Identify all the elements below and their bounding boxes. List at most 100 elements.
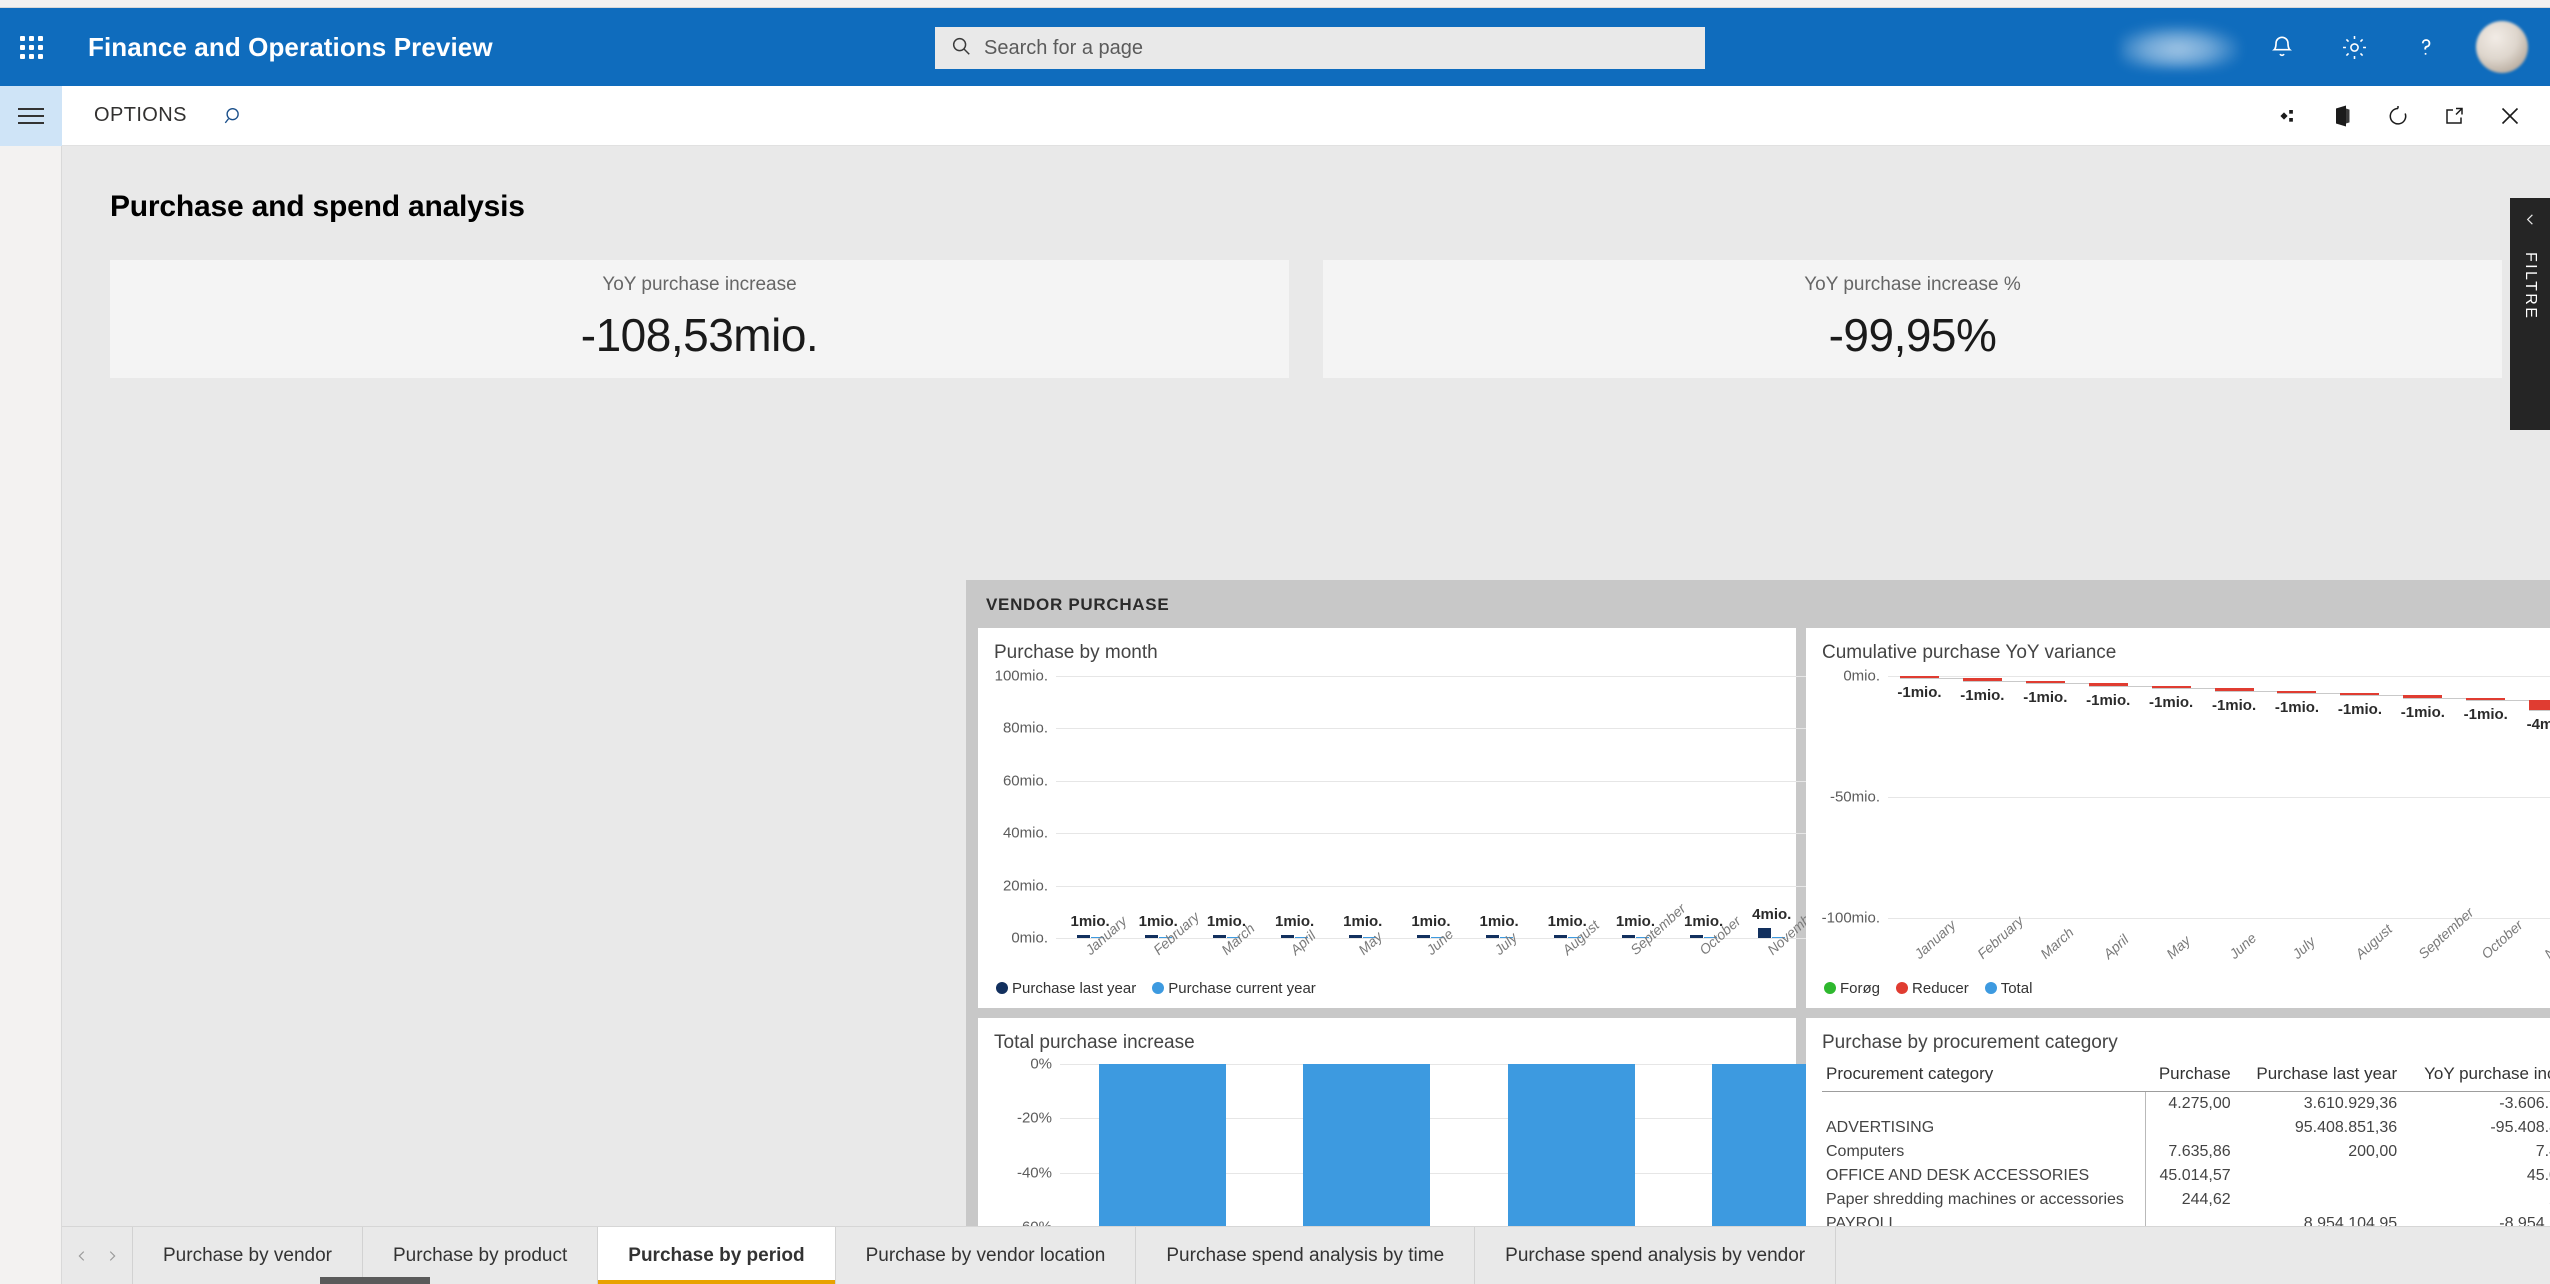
gear-icon[interactable]	[2318, 8, 2390, 86]
legend-label: Purchase last year	[1012, 980, 1137, 997]
table-cell: 95.408.851,36	[2294, 1119, 2398, 1136]
bar-purchase-last-year[interactable]	[1417, 935, 1431, 938]
tab-purchase-by-vendor[interactable]: Purchase by vendor	[132, 1227, 362, 1284]
search-icon	[950, 35, 972, 62]
bar-data-label: 1mio.	[1343, 913, 1383, 931]
table-row[interactable]: 4.275,00 3.610.929,36 -3.606.654,36	[1822, 1091, 2550, 1116]
bar-purchase-last-year[interactable]	[1758, 927, 1772, 938]
bar-group[interactable]	[1621, 676, 1649, 938]
tab-purchase-by-product[interactable]: Purchase by product	[362, 1227, 598, 1284]
chevron-left-icon[interactable]	[68, 1236, 96, 1276]
page-title: Purchase and spend analysis	[110, 190, 525, 223]
hamburger-menu-icon[interactable]	[0, 85, 62, 146]
table-header-row: Procurement category Purchase Purchase las…	[1822, 1064, 2550, 1092]
refresh-icon[interactable]	[2370, 88, 2426, 144]
bar-purchase-last-year[interactable]	[1212, 935, 1226, 938]
waterfall-data-label: -1mio.	[2274, 698, 2320, 716]
chart-purchase-by-month[interactable]: Purchase by month 0mio. 20mio. 40mio. 60mio…	[978, 628, 1891, 1008]
close-icon[interactable]	[2482, 88, 2538, 144]
tab-purchase-by-vendor-location[interactable]: Purchase by vendor location	[834, 1227, 1136, 1284]
table-row[interactable]: Computers 7.635,86 200,00 7.435,86	[1822, 1140, 2550, 1164]
kpi-row: YoY purchase increase -108,53mio. YoY pu…	[62, 224, 2550, 378]
table-title: Purchase by procurement category	[1822, 1032, 2118, 1053]
table-cell: Computers	[1822, 1140, 2147, 1164]
bar-purchase-last-year[interactable]	[1144, 935, 1158, 938]
avatar[interactable]	[2476, 21, 2528, 73]
x-axis-tick-label: June	[2226, 929, 2260, 962]
bar-purchase-last-year[interactable]	[1553, 935, 1567, 938]
y-axis-tick-label: 100mio.	[994, 667, 1048, 685]
legend-item[interactable]: Purchase last year	[996, 980, 1136, 998]
page-search-icon[interactable]	[215, 97, 253, 135]
legend-item[interactable]: Reducer	[1896, 980, 1969, 998]
bar-group[interactable]	[1076, 676, 1104, 938]
waterfall-bar-reducer[interactable]	[2529, 700, 2550, 710]
bar-group[interactable]	[1690, 676, 1718, 938]
filter-panel-tab[interactable]: FILTRE	[2510, 198, 2550, 430]
table-column-header[interactable]: Purchase last year	[2240, 1064, 2408, 1092]
bar-group[interactable]	[1553, 676, 1581, 938]
vendor-purchase-panel: VENDOR PURCHASE Purchase by month 0mio. 2…	[966, 580, 2550, 1284]
tab-purchase-by-period[interactable]: Purchase by period	[597, 1227, 835, 1284]
bar-group[interactable]	[1212, 676, 1240, 938]
office-app-icon[interactable]	[2314, 88, 2370, 144]
share-diamond-icon[interactable]	[2258, 88, 2314, 144]
y-axis-tick-label: 0%	[1030, 1055, 1052, 1073]
bar-group[interactable]	[1349, 676, 1377, 938]
table-row[interactable]: OFFICE AND DESK ACCESSORIES 45.014,57 45.0…	[1822, 1164, 2550, 1188]
table-cell: -95.408.851,36	[2490, 1119, 2550, 1136]
table-cell: 3.610.929,36	[2303, 1095, 2398, 1112]
company-selector[interactable]	[2120, 25, 2240, 69]
chart-cumulative-purchase-yoy-variance[interactable]: Cumulative purchase YoY variance 0mio. -5…	[1806, 628, 2550, 1008]
bell-icon[interactable]	[2246, 8, 2318, 86]
gridline	[1888, 796, 2550, 798]
open-in-new-window-icon[interactable]	[2426, 88, 2482, 144]
kpi-card-yoy-purchase-increase-pct[interactable]: YoY purchase increase % -99,95%	[1323, 260, 2502, 378]
question-mark-icon[interactable]	[2390, 8, 2462, 86]
bar-purchase-last-year[interactable]	[1349, 935, 1363, 938]
table-row[interactable]: Paper shredding machines or accessories 2…	[1822, 1188, 2550, 1212]
tab-purchase-spend-analysis-by-time[interactable]: Purchase spend analysis by time	[1135, 1227, 1475, 1284]
bar-group[interactable]	[1144, 676, 1172, 938]
table-column-header[interactable]: Procurement category	[1822, 1064, 2146, 1092]
waterfall-data-label: -1mio.	[2086, 691, 2131, 709]
table-column-header[interactable]: YoY purchase increase	[2407, 1064, 2550, 1092]
bar-group[interactable]	[1417, 676, 1445, 938]
table-cell: 45.014,57	[2159, 1167, 2231, 1184]
waterfall-data-label: -1mio.	[1960, 686, 2005, 704]
legend-swatch	[1984, 982, 1997, 994]
table-cell: 7.635,86	[2168, 1143, 2231, 1160]
bar-purchase-last-year[interactable]	[1076, 935, 1090, 938]
legend-item[interactable]: Total	[1984, 980, 2032, 998]
global-search-box[interactable]	[935, 27, 1705, 69]
app-launcher-icon[interactable]	[0, 8, 62, 86]
table-column-header[interactable]: Purchase	[2145, 1064, 2241, 1092]
horizontal-scrollbar-thumb[interactable]	[320, 1277, 430, 1284]
kpi-value: -99,95%	[1828, 309, 1997, 361]
bar-group[interactable]	[1485, 676, 1513, 938]
waterfall-connector	[1962, 680, 2026, 682]
kpi-card-yoy-purchase-increase[interactable]: YoY purchase increase -108,53mio.	[110, 260, 1289, 378]
y-axis-tick-label: 20mio.	[1002, 877, 1048, 895]
bar-data-label: 1mio.	[1479, 913, 1519, 931]
tabs-container: Purchase by vendor Purchase by product Pur…	[132, 1227, 1837, 1284]
table-cell: -3.606.654,36	[2499, 1095, 2550, 1112]
search-input[interactable]	[984, 36, 1690, 60]
gridline	[1888, 676, 2550, 677]
bar-purchase-last-year[interactable]	[1621, 935, 1635, 938]
bar-purchase-last-year[interactable]	[1281, 935, 1295, 938]
chevron-right-icon[interactable]	[98, 1236, 126, 1276]
plot-area: 0mio. -50mio. -100mio. -1mio. January -1mio. F…	[1822, 668, 2550, 962]
table-row[interactable]: ADVERTISING 95.408.851,36 -95.408.851,36	[1822, 1116, 2550, 1140]
legend-item[interactable]: Forøg	[1824, 980, 1880, 998]
tab-purchase-spend-analysis-by-vendor[interactable]: Purchase spend analysis by vendor	[1474, 1227, 1837, 1284]
y-axis-tick-label: -100mio.	[1821, 909, 1880, 927]
options-button[interactable]: OPTIONS	[80, 96, 201, 135]
bar-purchase-last-year[interactable]	[1690, 935, 1704, 938]
bar-purchase-last-year[interactable]	[1485, 935, 1499, 938]
bar-group[interactable]	[1758, 676, 1786, 938]
bar-group[interactable]	[1281, 676, 1309, 938]
waterfall-connector	[2340, 695, 2404, 697]
y-axis-tick-label: 0mio.	[1843, 667, 1880, 685]
legend-item[interactable]: Purchase current year	[1152, 980, 1316, 998]
